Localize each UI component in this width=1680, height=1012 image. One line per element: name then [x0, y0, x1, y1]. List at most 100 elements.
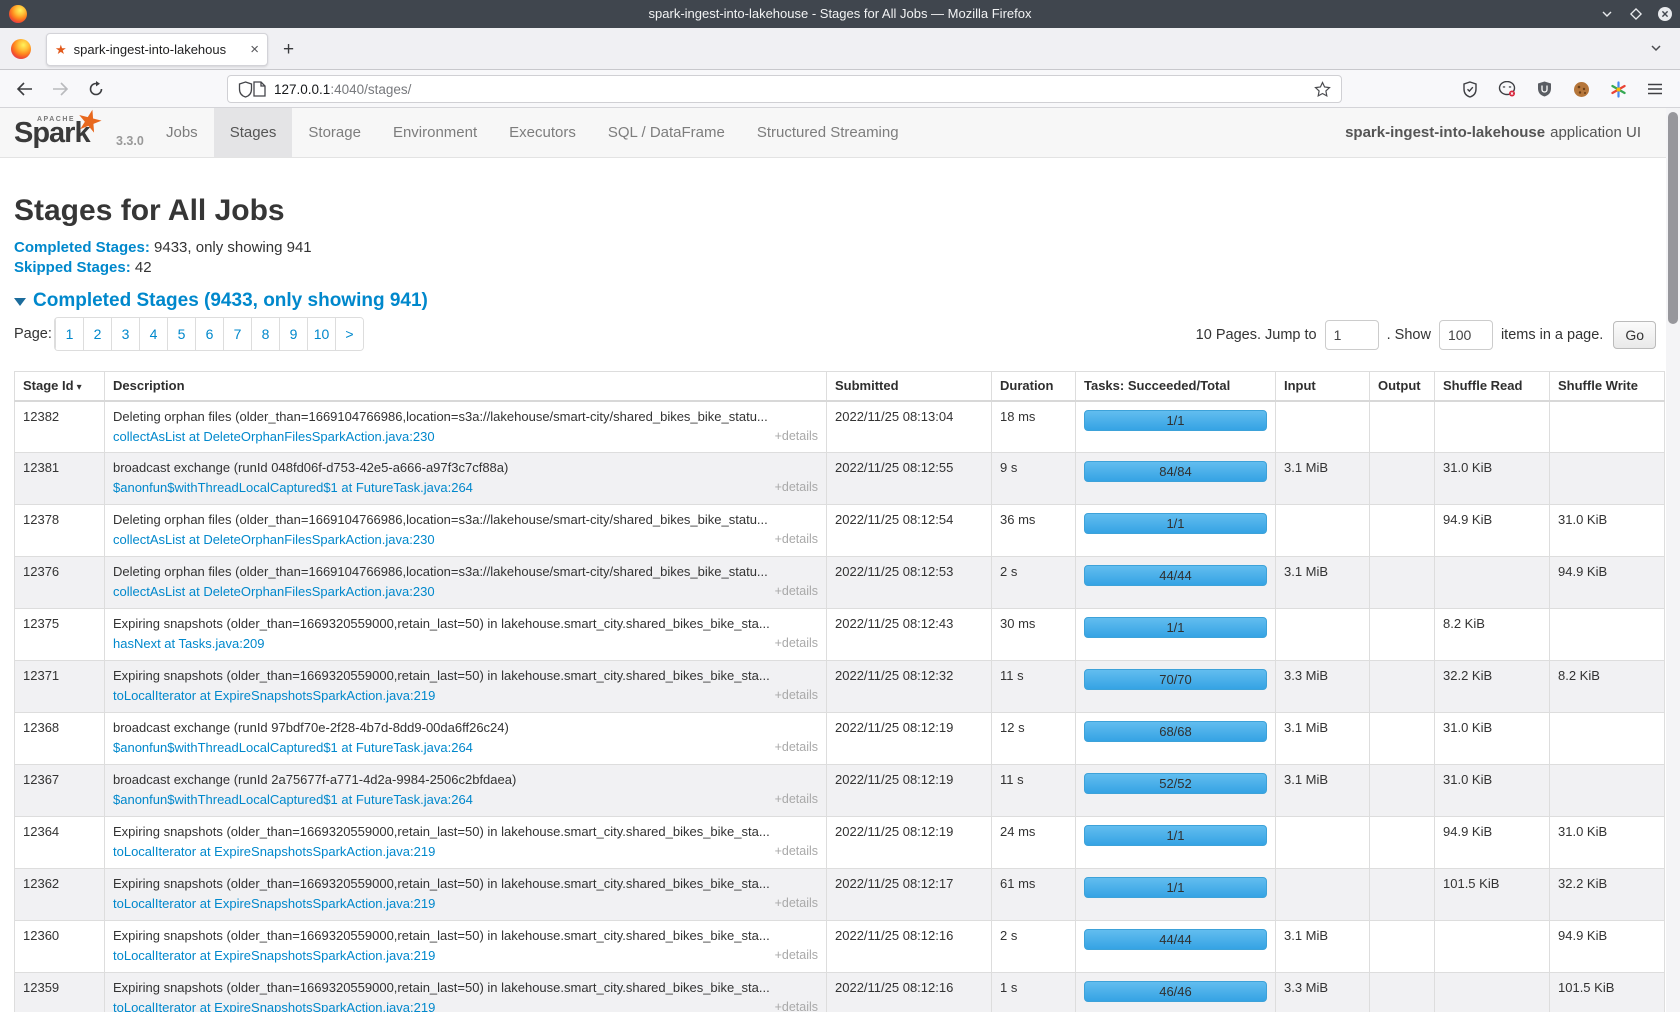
items-per-page-input[interactable] [1439, 320, 1493, 350]
stage-detail-link[interactable]: collectAsList at DeleteOrphanFilesSparkA… [113, 429, 435, 444]
spark-nav-tab[interactable]: Stages [214, 108, 293, 157]
duration-cell: 24 ms [992, 817, 1076, 869]
shuffle-read-cell: 31.0 KiB [1435, 765, 1550, 817]
skipped-stages-link[interactable]: Skipped Stages: [14, 259, 131, 276]
forward-button[interactable] [48, 77, 72, 101]
shield-icon[interactable] [238, 81, 253, 98]
page-number-button[interactable]: 8 [251, 318, 279, 350]
list-all-tabs-icon[interactable] [1649, 41, 1663, 55]
page-number-button[interactable]: 1 [55, 318, 83, 350]
mask-extension-icon[interactable] [1495, 77, 1519, 101]
stage-detail-link[interactable]: collectAsList at DeleteOrphanFilesSparkA… [113, 532, 435, 547]
input-cell: 3.3 MiB [1276, 973, 1370, 1012]
details-toggle[interactable]: +details [775, 532, 818, 547]
page-info-icon[interactable] [253, 81, 266, 97]
duration-cell: 2 s [992, 557, 1076, 609]
details-toggle[interactable]: +details [775, 429, 818, 444]
stage-detail-link[interactable]: $anonfun$withThreadLocalCaptured$1 at Fu… [113, 792, 473, 807]
ublock-shield-icon[interactable] [1532, 77, 1556, 101]
tasks-cell: 44/44 [1076, 921, 1276, 973]
column-header[interactable]: Shuffle Read [1435, 372, 1550, 401]
shuffle-write-cell: 31.0 KiB [1550, 817, 1665, 869]
output-cell [1370, 973, 1435, 1012]
stage-detail-link[interactable]: collectAsList at DeleteOrphanFilesSparkA… [113, 584, 435, 599]
column-header[interactable]: Shuffle Write [1550, 372, 1665, 401]
spark-star-icon: ★ [72, 108, 107, 142]
details-toggle[interactable]: +details [775, 948, 818, 963]
details-toggle[interactable]: +details [775, 584, 818, 599]
tab-close-icon[interactable]: × [250, 41, 259, 58]
stage-detail-link[interactable]: $anonfun$withThreadLocalCaptured$1 at Fu… [113, 740, 473, 755]
stage-detail-link[interactable]: toLocalIterator at ExpireSnapshotsSparkA… [113, 688, 435, 703]
close-button[interactable] [1656, 5, 1674, 23]
details-toggle[interactable]: +details [775, 792, 818, 807]
stage-description: broadcast exchange (runId 2a75677f-a771-… [113, 772, 818, 787]
page-scrollbar[interactable] [1666, 108, 1680, 1012]
menu-hamburger-icon[interactable] [1643, 77, 1667, 101]
duration-cell: 18 ms [992, 401, 1076, 453]
stage-detail-link[interactable]: toLocalIterator at ExpireSnapshotsSparkA… [113, 1000, 435, 1012]
minimize-button[interactable] [1598, 5, 1616, 23]
page-number-button[interactable]: > [335, 318, 363, 350]
spark-nav-tab[interactable]: Jobs [150, 108, 214, 157]
stage-detail-link[interactable]: toLocalIterator at ExpireSnapshotsSparkA… [113, 896, 435, 911]
page-number-button[interactable]: 9 [279, 318, 307, 350]
details-toggle[interactable]: +details [775, 896, 818, 911]
details-toggle[interactable]: +details [775, 844, 818, 859]
spark-logo[interactable]: APACHE Spark ★ [14, 111, 110, 155]
cookie-extension-icon[interactable] [1569, 77, 1593, 101]
spark-nav-tab[interactable]: Structured Streaming [741, 108, 915, 157]
asterisk-extension-icon[interactable] [1606, 77, 1630, 101]
spark-nav-tab[interactable]: SQL / DataFrame [592, 108, 741, 157]
privacy-shield-check-icon[interactable] [1458, 77, 1482, 101]
page-number-button[interactable]: 2 [83, 318, 111, 350]
column-header[interactable]: Input [1276, 372, 1370, 401]
page-number-button[interactable]: 7 [223, 318, 251, 350]
details-toggle[interactable]: +details [775, 636, 818, 651]
details-toggle[interactable]: +details [775, 688, 818, 703]
completed-stages-section-toggle[interactable]: Completed Stages (9433, only showing 941… [14, 290, 428, 312]
page-number-button[interactable]: 3 [111, 318, 139, 350]
bookmark-star-icon[interactable] [1314, 81, 1331, 98]
column-header[interactable]: Submitted [827, 372, 992, 401]
shuffle-read-cell: 31.0 KiB [1435, 713, 1550, 765]
application-title: spark-ingest-into-lakehouse application … [1345, 108, 1641, 157]
page-number-button[interactable]: 5 [167, 318, 195, 350]
page-number-button[interactable]: 6 [195, 318, 223, 350]
input-cell [1276, 505, 1370, 557]
new-tab-button[interactable]: + [283, 40, 294, 59]
spark-nav-tab[interactable]: Environment [377, 108, 493, 157]
firefox-icon[interactable] [11, 39, 31, 59]
maximize-button[interactable] [1627, 5, 1645, 23]
spark-nav-tab[interactable]: Storage [292, 108, 377, 157]
page-number-button[interactable]: 10 [307, 318, 335, 350]
scrollbar-thumb[interactable] [1668, 112, 1678, 324]
stage-description: Expiring snapshots (older_than=166932055… [113, 876, 818, 891]
shuffle-read-cell: 31.0 KiB [1435, 453, 1550, 505]
back-button[interactable] [12, 77, 36, 101]
go-button[interactable]: Go [1613, 321, 1656, 349]
column-header[interactable]: Output [1370, 372, 1435, 401]
column-header[interactable]: Tasks: Succeeded/Total [1076, 372, 1276, 401]
spark-nav-tab[interactable]: Executors [493, 108, 592, 157]
stage-detail-link[interactable]: toLocalIterator at ExpireSnapshotsSparkA… [113, 948, 435, 963]
column-header[interactable]: Description [105, 372, 827, 401]
jump-to-page-input[interactable] [1325, 320, 1379, 350]
reload-button[interactable] [84, 77, 108, 101]
column-header[interactable]: Stage Id▾ [15, 372, 105, 401]
details-toggle[interactable]: +details [775, 1000, 818, 1012]
page-number-button[interactable]: 4 [139, 318, 167, 350]
browser-tab[interactable]: ★ spark-ingest-into-lakehous × [46, 33, 268, 66]
column-header[interactable]: Duration [992, 372, 1076, 401]
completed-stages-link[interactable]: Completed Stages: [14, 239, 150, 256]
stage-detail-link[interactable]: toLocalIterator at ExpireSnapshotsSparkA… [113, 844, 435, 859]
stage-description: Expiring snapshots (older_than=166932055… [113, 668, 818, 683]
details-toggle[interactable]: +details [775, 740, 818, 755]
column-header-label: Output [1378, 378, 1421, 393]
url-bar[interactable]: 127.0.0.1:4040/stages/ [227, 75, 1342, 103]
window-titlebar: spark-ingest-into-lakehouse - Stages for… [0, 0, 1680, 28]
stage-detail-link[interactable]: hasNext at Tasks.java:209 [113, 636, 265, 651]
spark-nav-tab-label: Stages [230, 124, 277, 141]
stage-detail-link[interactable]: $anonfun$withThreadLocalCaptured$1 at Fu… [113, 480, 473, 495]
details-toggle[interactable]: +details [775, 480, 818, 495]
